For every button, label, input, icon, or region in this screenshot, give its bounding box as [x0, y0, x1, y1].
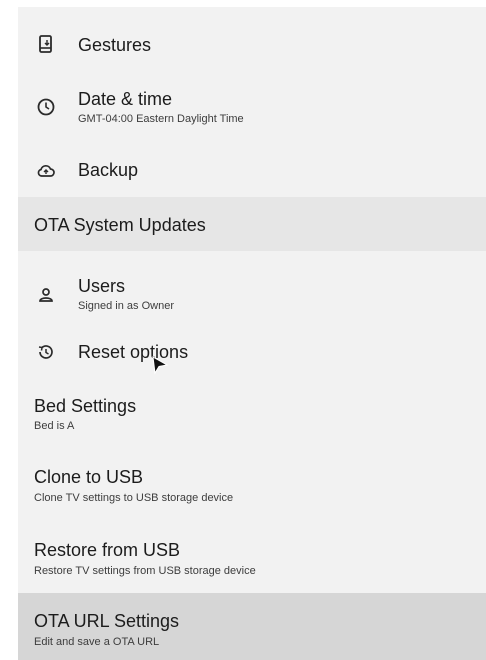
settings-list: Gestures Date & time GMT-04:00 Eastern D… [18, 7, 486, 660]
settings-item-subtitle: GMT-04:00 Eastern Daylight Time [78, 113, 244, 125]
mouse-cursor-icon [150, 355, 170, 375]
settings-item-ota-system-updates[interactable]: OTA System Updates [18, 197, 486, 251]
settings-item-gestures[interactable]: Gestures [18, 17, 486, 73]
settings-item-subtitle: Edit and save a OTA URL [34, 636, 160, 648]
settings-item-title: Users [78, 276, 126, 296]
gestures-icon [36, 34, 56, 54]
settings-item-title: OTA System Updates [34, 215, 206, 235]
settings-item-title: Bed Settings [34, 396, 137, 416]
settings-item-backup[interactable]: Backup [18, 143, 486, 197]
settings-item-title: Reset options [78, 342, 189, 362]
settings-item-restore-from-usb[interactable]: Restore from USB Restore TV settings fro… [18, 527, 486, 593]
settings-item-ota-url-settings[interactable]: OTA URL Settings Edit and save a OTA URL [18, 593, 486, 660]
settings-item-reset-options[interactable]: Reset options [18, 331, 486, 381]
settings-item-title: Gestures [78, 35, 152, 55]
user-icon [36, 285, 56, 305]
settings-item-title: Restore from USB [34, 540, 181, 560]
cloud-upload-icon [36, 161, 56, 181]
settings-item-title: OTA URL Settings [34, 611, 180, 631]
settings-item-subtitle: Clone TV settings to USB storage device [34, 492, 234, 504]
settings-item-title: Backup [78, 160, 139, 180]
settings-item-users[interactable]: Users Signed in as Owner [18, 263, 486, 331]
settings-item-bed-settings[interactable]: Bed Settings Bed is A [18, 385, 486, 455]
settings-item-title: Date & time [78, 89, 173, 109]
settings-item-subtitle: Signed in as Owner [78, 300, 174, 312]
settings-item-title: Clone to USB [34, 467, 144, 487]
settings-item-clone-to-usb[interactable]: Clone to USB Clone TV settings to USB st… [18, 457, 486, 527]
settings-item-subtitle: Restore TV settings from USB storage dev… [34, 565, 256, 577]
reset-icon [36, 342, 56, 362]
settings-item-date-time[interactable]: Date & time GMT-04:00 Eastern Daylight T… [18, 73, 486, 143]
clock-icon [36, 97, 56, 117]
settings-item-subtitle: Bed is A [34, 420, 75, 432]
